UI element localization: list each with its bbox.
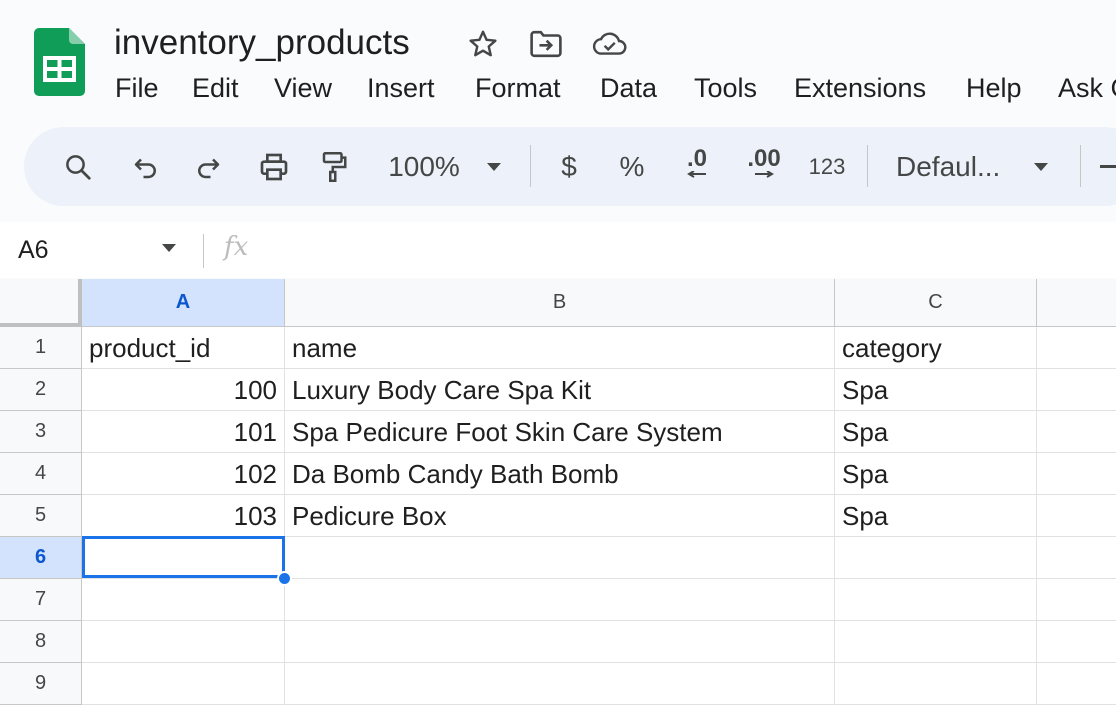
column-header-a[interactable]: A <box>82 279 285 327</box>
percent-format-button[interactable]: % <box>612 127 652 206</box>
cell-b3[interactable]: Spa Pedicure Foot Skin Care System <box>285 411 835 453</box>
menu-help[interactable]: Help <box>960 70 1028 106</box>
cell-c4[interactable]: Spa <box>835 453 1037 495</box>
cell-b6[interactable] <box>285 537 835 579</box>
print-icon[interactable] <box>249 127 299 206</box>
row-header-1[interactable]: 1 <box>0 327 82 369</box>
more-formats-button[interactable]: 123 <box>804 127 850 206</box>
row-header-3[interactable]: 3 <box>0 411 82 453</box>
menu-tools[interactable]: Tools <box>688 70 763 106</box>
toolbar-divider <box>1080 145 1081 187</box>
cell-b1[interactable]: name <box>285 327 835 369</box>
row-header-2[interactable]: 2 <box>0 369 82 411</box>
document-title[interactable]: inventory_products <box>114 22 410 64</box>
cell-b7[interactable] <box>285 579 835 621</box>
cell-d2[interactable] <box>1037 369 1116 411</box>
cell-c7[interactable] <box>835 579 1037 621</box>
cell-a8[interactable] <box>82 621 285 663</box>
cell-a2[interactable]: 100 <box>82 369 285 411</box>
decrease-decimal-button[interactable]: .0 <box>673 127 721 206</box>
menu-format[interactable]: Format <box>469 70 567 106</box>
menu-view[interactable]: View <box>268 70 338 106</box>
cell-c2[interactable]: Spa <box>835 369 1037 411</box>
cell-d1[interactable] <box>1037 327 1116 369</box>
fx-icon: fx <box>224 232 249 262</box>
row-header-9[interactable]: 9 <box>0 663 82 705</box>
cell-a5[interactable]: 103 <box>82 495 285 537</box>
zoom-select[interactable]: 100% <box>384 127 464 206</box>
cell-c3[interactable]: Spa <box>835 411 1037 453</box>
menu-data[interactable]: Data <box>594 70 663 106</box>
cell-c9[interactable] <box>835 663 1037 705</box>
search-menus-icon[interactable] <box>54 127 102 206</box>
cell-a9[interactable] <box>82 663 285 705</box>
column-header-d[interactable] <box>1037 279 1116 327</box>
paint-format-icon[interactable] <box>310 127 358 206</box>
chevron-down-icon[interactable] <box>1027 127 1055 206</box>
column-header-b[interactable]: B <box>285 279 835 327</box>
formula-bar: A6 fx <box>0 222 1116 278</box>
cell-d6[interactable] <box>1037 537 1116 579</box>
cell-c1[interactable]: category <box>835 327 1037 369</box>
name-box[interactable]: A6 <box>18 230 49 270</box>
select-all-corner[interactable] <box>0 279 82 327</box>
cell-a4[interactable]: 102 <box>82 453 285 495</box>
toolbar-divider <box>530 145 531 187</box>
cell-d5[interactable] <box>1037 495 1116 537</box>
arrow-right-icon <box>755 170 774 178</box>
undo-icon[interactable] <box>122 127 170 206</box>
cell-a1[interactable]: product_id <box>82 327 285 369</box>
cell-d9[interactable] <box>1037 663 1116 705</box>
decrease-decimal-label: .0 <box>686 144 707 172</box>
cell-b5[interactable]: Pedicure Box <box>285 495 835 537</box>
cell-b4[interactable]: Da Bomb Candy Bath Bomb <box>285 453 835 495</box>
row-header-4[interactable]: 4 <box>0 453 82 495</box>
spreadsheet-grid: A B C 1 product_id name category 2 100 Luxury … <box>0 279 1116 714</box>
increase-decimal-button[interactable]: .00 <box>736 127 792 206</box>
chevron-down-icon[interactable] <box>160 240 178 258</box>
formula-bar-divider <box>203 234 204 268</box>
column-header-c[interactable]: C <box>835 279 1037 327</box>
cell-b2[interactable]: Luxury Body Care Spa Kit <box>285 369 835 411</box>
toolbar: 100% $ % .0 .00 123 Defaul... <box>24 127 1116 206</box>
cell-b8[interactable] <box>285 621 835 663</box>
cell-a6[interactable] <box>82 537 285 579</box>
move-folder-icon[interactable] <box>528 26 564 62</box>
fill-handle[interactable] <box>277 571 292 586</box>
row-header-8[interactable]: 8 <box>0 621 82 663</box>
cell-c8[interactable] <box>835 621 1037 663</box>
sheets-app: inventory_products File Edit View Insert… <box>0 0 1116 714</box>
menu-ask-gemini[interactable]: Ask G <box>1052 70 1116 106</box>
redo-icon[interactable] <box>184 127 232 206</box>
cell-d7[interactable] <box>1037 579 1116 621</box>
cell-c6[interactable] <box>835 537 1037 579</box>
cell-d3[interactable] <box>1037 411 1116 453</box>
cell-a7[interactable] <box>82 579 285 621</box>
cell-d8[interactable] <box>1037 621 1116 663</box>
row-header-5[interactable]: 5 <box>0 495 82 537</box>
menu-file[interactable]: File <box>109 70 165 106</box>
cell-b9[interactable] <box>285 663 835 705</box>
chevron-down-icon[interactable] <box>480 127 508 206</box>
arrow-left-icon <box>687 170 706 178</box>
decrease-font-size-icon[interactable] <box>1094 127 1116 206</box>
cloud-saved-icon[interactable] <box>592 26 628 62</box>
cell-c5[interactable]: Spa <box>835 495 1037 537</box>
sheets-logo-icon[interactable] <box>34 28 85 96</box>
currency-format-button[interactable]: $ <box>549 127 589 206</box>
cell-d4[interactable] <box>1037 453 1116 495</box>
star-icon[interactable] <box>465 26 501 62</box>
menu-edit[interactable]: Edit <box>186 70 245 106</box>
row-header-7[interactable]: 7 <box>0 579 82 621</box>
menu-insert[interactable]: Insert <box>361 70 441 106</box>
toolbar-divider <box>867 145 868 187</box>
increase-decimal-label: .00 <box>747 144 781 172</box>
menu-extensions[interactable]: Extensions <box>788 70 932 106</box>
font-family-select[interactable]: Defaul... <box>896 127 1008 206</box>
cell-a3[interactable]: 101 <box>82 411 285 453</box>
row-header-6[interactable]: 6 <box>0 537 82 579</box>
